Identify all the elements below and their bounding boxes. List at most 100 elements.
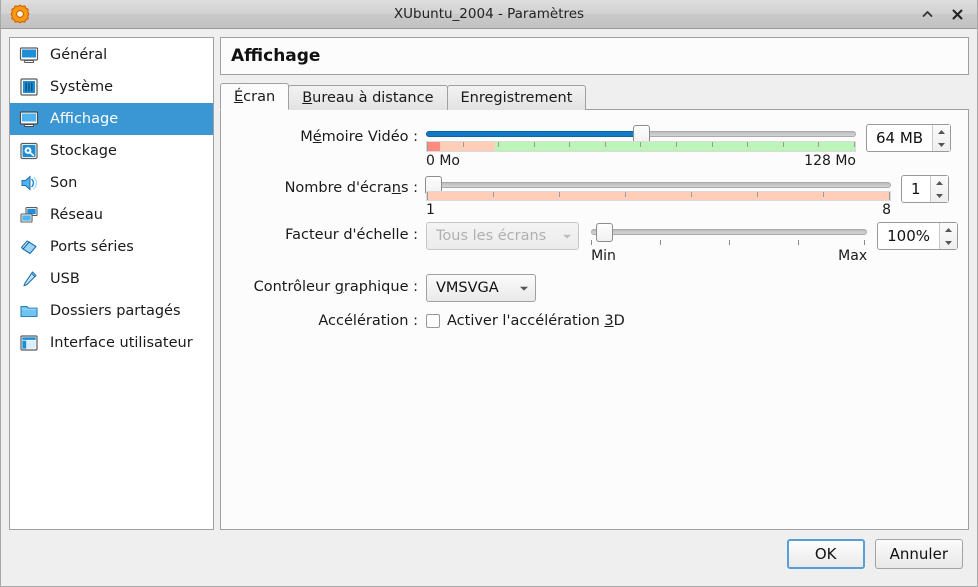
monitor-icon (18, 44, 40, 66)
tab-recording[interactable]: Enregistrement (446, 85, 587, 110)
sidebar-item-label: Système (50, 79, 113, 95)
row-video-memory: Mémoire Vidéo : 0 Mo 128 Mo 64 MB (231, 124, 958, 169)
scale-factor-label: Facteur d'échelle : (285, 227, 418, 243)
spin-up-icon[interactable] (931, 176, 948, 189)
sidebar-item-label: Ports séries (50, 239, 134, 255)
sidebar-item-label: USB (50, 271, 80, 287)
ok-button[interactable]: OK (786, 539, 865, 569)
scale-factor-max: Max (838, 248, 868, 264)
sidebar-item-label: Stockage (50, 143, 117, 159)
scale-factor-slider-block: Min Max (591, 222, 868, 264)
sidebar-item-label: Général (50, 47, 108, 63)
row-graphics-controller: Contrôleur graphique : VMSVGA (231, 274, 958, 302)
tab-remote-display-mnemonic: B (302, 90, 313, 106)
network-icon (18, 204, 40, 226)
sidebar-item-usb[interactable]: USB (10, 263, 213, 295)
row-acceleration: Accélération : Activer l'accélération 3D (231, 308, 958, 334)
monitor-count-spinbox[interactable]: 1 (901, 175, 949, 203)
sidebar-item-serial-ports[interactable]: Ports séries (10, 231, 213, 263)
spin-buttons (932, 125, 951, 151)
video-memory-range: 0 Mo 128 Mo (426, 153, 856, 169)
enable-3d-acceleration-checkbox-row[interactable]: Activer l'accélération 3D (426, 308, 625, 334)
spin-up-icon[interactable] (940, 223, 957, 236)
serial-port-icon (18, 236, 40, 258)
spin-down-icon[interactable] (931, 189, 948, 202)
video-memory-max: 128 Mo (804, 153, 856, 169)
scale-factor-spinbox[interactable]: 100% (877, 222, 958, 250)
video-memory-value[interactable]: 64 MB (867, 125, 932, 151)
sidebar-item-user-interface[interactable]: Interface utilisateur (10, 327, 213, 359)
sidebar-item-display[interactable]: Affichage (10, 103, 213, 135)
sidebar-item-general[interactable]: Général (10, 39, 213, 71)
harddisk-icon (18, 140, 40, 162)
tab-screen[interactable]: Écran (220, 83, 290, 110)
sidebar-item-audio[interactable]: Son (10, 167, 213, 199)
tab-bar: Écran Bureau à distance Enregistrement (220, 83, 969, 110)
usb-icon (18, 268, 40, 290)
video-memory-label: Mémoire Vidéo : (300, 129, 418, 145)
sidebar-item-network[interactable]: Réseau (10, 199, 213, 231)
shade-up-icon[interactable] (919, 6, 935, 22)
tab-panel-screen: Mémoire Vidéo : 0 Mo 128 Mo 64 MB Nombre… (220, 109, 969, 530)
monitor-count-min: 1 (426, 202, 435, 218)
settings-sidebar: Général Système Affichage Stockage Son R… (9, 37, 214, 530)
monitor-count-max: 8 (882, 202, 891, 218)
sidebar-item-label: Affichage (50, 111, 119, 127)
sidebar-item-label: Interface utilisateur (50, 335, 193, 351)
sidebar-item-label: Son (50, 175, 78, 191)
page-title: Affichage (220, 37, 969, 75)
tab-screen-mnemonic: É (234, 88, 244, 105)
settings-window: XUbuntu_2004 - Paramètres Général Systèm… (0, 0, 978, 587)
slider-groove (426, 182, 891, 188)
spin-buttons (939, 223, 957, 249)
user-interface-icon (18, 332, 40, 354)
slider-fill (426, 131, 641, 137)
sidebar-item-label: Dossiers partagés (50, 303, 181, 319)
scale-factor-screen-value: Tous les écrans (436, 228, 547, 244)
speaker-icon (18, 172, 40, 194)
monitor-count-slider-block: 1 8 (425, 175, 891, 218)
sidebar-item-system[interactable]: Système (10, 71, 213, 103)
graphics-controller-value: VMSVGA (436, 280, 499, 296)
monitor-count-color-bar (426, 191, 891, 201)
tab-screen-label: cran (243, 88, 276, 105)
graphics-controller-label: Contrôleur graphique : (253, 279, 418, 295)
motherboard-icon (18, 76, 40, 98)
monitor-count-label: Nombre d'écrans : (284, 180, 418, 196)
graphics-controller-combo[interactable]: VMSVGA (426, 274, 536, 302)
enable-3d-acceleration-label: Activer l'accélération 3D (447, 313, 625, 329)
sidebar-item-storage[interactable]: Stockage (10, 135, 213, 167)
video-memory-min: 0 Mo (426, 153, 461, 169)
tab-remote-display[interactable]: Bureau à distance (288, 85, 448, 110)
slider-groove (591, 229, 868, 235)
video-memory-color-bar (426, 141, 856, 152)
sidebar-item-shared-folders[interactable]: Dossiers partagés (10, 295, 213, 327)
video-memory-ticks (427, 142, 855, 151)
enable-3d-acceleration-checkbox[interactable] (426, 314, 440, 328)
scale-factor-ticks (591, 240, 867, 248)
monitor-count-ticks (427, 192, 890, 200)
spin-down-icon[interactable] (940, 236, 957, 249)
row-monitor-count: Nombre d'écrans : 1 8 1 (231, 175, 958, 218)
vbox-gear-icon (9, 3, 31, 25)
display-icon (18, 108, 40, 130)
scale-factor-screen-combo[interactable]: Tous les écrans (426, 222, 580, 250)
video-memory-slider-block: 0 Mo 128 Mo (426, 124, 856, 169)
monitor-count-value[interactable]: 1 (902, 176, 930, 202)
chevron-down-icon (562, 233, 572, 240)
spin-down-icon[interactable] (933, 138, 950, 151)
monitor-count-range: 1 8 (426, 202, 891, 218)
scale-factor-value[interactable]: 100% (878, 223, 939, 249)
video-memory-spinbox[interactable]: 64 MB (866, 124, 952, 152)
row-scale-factor: Facteur d'échelle : Tous les écrans Min … (231, 222, 958, 264)
window-title: XUbuntu_2004 - Paramètres (393, 6, 585, 22)
cancel-button[interactable]: Annuler (874, 539, 963, 569)
close-icon[interactable] (949, 6, 965, 22)
dialog-body: Général Système Affichage Stockage Son R… (1, 29, 977, 530)
window-controls (919, 6, 971, 22)
scale-factor-range: Min Max (591, 248, 867, 264)
spin-up-icon[interactable] (933, 125, 950, 138)
spin-buttons (929, 176, 948, 202)
tab-remote-display-label: ureau à distance (312, 90, 434, 106)
tab-recording-label: Enregistrement (460, 90, 573, 106)
